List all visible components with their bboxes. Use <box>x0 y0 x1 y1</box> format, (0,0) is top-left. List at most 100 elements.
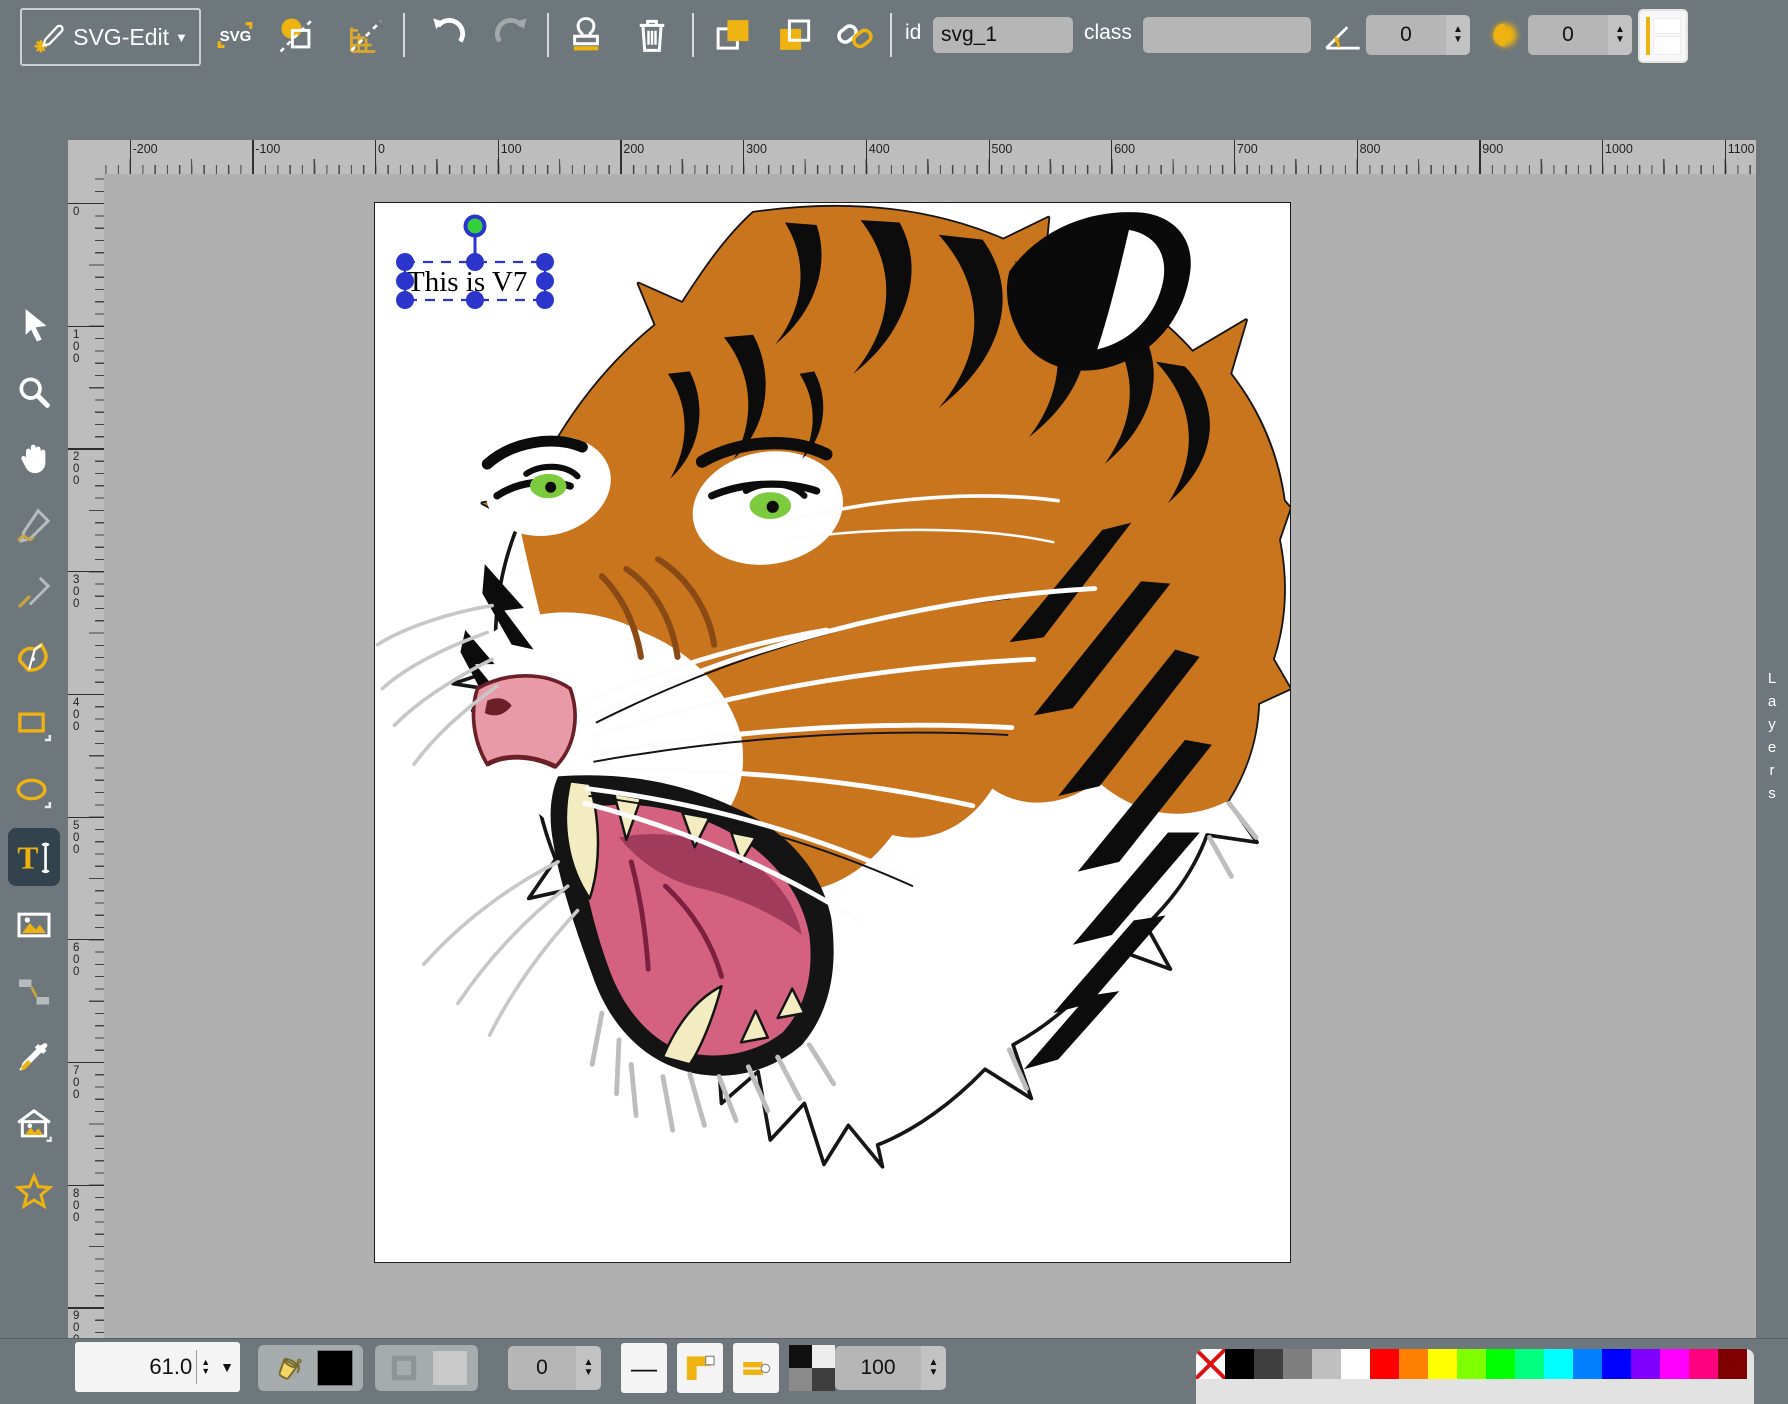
tool-text[interactable]: T <box>8 828 60 886</box>
resize-handle-w[interactable] <box>396 272 414 290</box>
palette-color-7fff00[interactable] <box>1457 1349 1486 1379</box>
grid-settings-button[interactable] <box>343 13 391 57</box>
rotate-handle[interactable] <box>466 217 485 236</box>
resize-handle-e[interactable] <box>536 272 554 290</box>
palette-color-ff00ff[interactable] <box>1660 1349 1689 1379</box>
h-ruler-tick <box>375 140 376 174</box>
palette-color-00ff7f[interactable] <box>1515 1349 1544 1379</box>
document-properties-button[interactable] <box>273 13 321 57</box>
palette-color-007fff[interactable] <box>1573 1349 1602 1379</box>
stroke-width-input[interactable] <box>508 1346 576 1390</box>
link-button[interactable] <box>831 11 879 59</box>
resize-handle-se[interactable] <box>536 291 554 309</box>
tool-rect[interactable] <box>10 701 58 749</box>
resize-handle-ne[interactable] <box>536 253 554 271</box>
delete-button[interactable] <box>628 11 676 59</box>
linejoin-button[interactable] <box>677 1343 723 1393</box>
palette-color-none[interactable] <box>1196 1349 1225 1379</box>
opacity-input[interactable] <box>835 1346 921 1390</box>
tool-image[interactable] <box>10 901 58 949</box>
palette-color-ff0000[interactable] <box>1370 1349 1399 1379</box>
tool-star[interactable] <box>10 1168 58 1216</box>
tool-shape-library[interactable] <box>10 1101 58 1149</box>
tool-select[interactable] <box>10 301 58 349</box>
move-to-bottom-button[interactable] <box>771 11 819 59</box>
vertical-ruler: 01 0 02 0 03 0 04 0 05 0 06 0 07 0 08 0 … <box>68 174 105 1338</box>
blur-icon <box>1483 13 1527 57</box>
h-ruler-tick <box>1357 140 1358 174</box>
undo-button[interactable] <box>424 11 472 59</box>
layers-panel-toggle[interactable]: Layers <box>1756 140 1788 1338</box>
tool-ellipse[interactable] <box>10 768 58 816</box>
fill-color-swatch[interactable] <box>318 1351 352 1385</box>
h-ruler-tick <box>498 140 499 174</box>
zoom-control[interactable]: 61.0 ▲▼ ▼ <box>75 1342 240 1392</box>
h-ruler-tick <box>989 140 990 174</box>
svg-document[interactable]: This is V7 <box>375 203 1290 1262</box>
palette-color-ff7f00[interactable] <box>1399 1349 1428 1379</box>
svg-source-button[interactable]: SVG <box>213 13 257 57</box>
blur-input[interactable] <box>1528 15 1608 55</box>
toolbar-separator <box>890 13 892 57</box>
canvas-viewport[interactable]: This is V7 <box>104 174 1756 1338</box>
v-ruler-label: 6 0 0 <box>73 942 79 978</box>
blur-spin-buttons[interactable]: ▲▼ <box>1608 15 1632 55</box>
fill-color-control[interactable] <box>258 1345 363 1391</box>
palette-color-00ff00[interactable] <box>1486 1349 1515 1379</box>
tool-line[interactable] <box>10 568 58 616</box>
panel-swatch-button[interactable] <box>1640 11 1686 61</box>
chevron-down-icon: ▼ <box>175 30 188 45</box>
svg-text:SVG: SVG <box>220 28 252 45</box>
palette-color-ff007f[interactable] <box>1689 1349 1718 1379</box>
id-input[interactable] <box>933 17 1073 53</box>
class-input[interactable] <box>1143 17 1311 53</box>
tiger-artwork[interactable] <box>375 203 1290 1262</box>
resize-handle-nw[interactable] <box>396 253 414 271</box>
v-ruler-tick <box>68 1062 104 1063</box>
angle-icon <box>1320 13 1366 57</box>
tool-path[interactable] <box>10 635 58 683</box>
palette-color-7f0000[interactable] <box>1718 1349 1747 1379</box>
h-ruler-tick <box>1479 140 1480 174</box>
stroke-width-spin-buttons[interactable]: ▲▼ <box>576 1346 601 1390</box>
move-to-top-button[interactable] <box>709 11 757 59</box>
stroke-color-control[interactable] <box>375 1345 478 1391</box>
color-palette <box>1196 1349 1754 1404</box>
h-ruler-label: 300 <box>746 142 767 156</box>
palette-color-ffff00[interactable] <box>1428 1349 1457 1379</box>
resize-handle-s[interactable] <box>466 291 484 309</box>
tool-pencil[interactable] <box>10 501 58 549</box>
zoom-dropdown-icon[interactable]: ▼ <box>220 1359 234 1375</box>
stroke-color-swatch[interactable] <box>433 1351 467 1385</box>
palette-color-bfbfbf[interactable] <box>1312 1349 1341 1379</box>
linecap-button[interactable] <box>733 1343 779 1393</box>
opacity-spinner[interactable]: ▲▼ <box>835 1346 946 1390</box>
palette-color-ffffff[interactable] <box>1341 1349 1370 1379</box>
stroke-width-spinner[interactable]: ▲▼ <box>508 1346 601 1390</box>
tool-connector[interactable] <box>10 968 58 1016</box>
palette-color-00ffff[interactable] <box>1544 1349 1573 1379</box>
clone-stamp-button[interactable] <box>562 11 610 59</box>
angle-input[interactable] <box>1366 15 1446 55</box>
angle-spin-buttons[interactable]: ▲▼ <box>1446 15 1470 55</box>
opacity-spin-buttons[interactable]: ▲▼ <box>921 1346 946 1390</box>
main-menu-button[interactable]: SVG-Edit ▼ <box>20 8 201 66</box>
palette-color-000000[interactable] <box>1225 1349 1254 1379</box>
palette-color-7f7f7f[interactable] <box>1283 1349 1312 1379</box>
resize-handle-sw[interactable] <box>396 291 414 309</box>
line-style-button[interactable]: — <box>621 1343 667 1393</box>
redo-button[interactable] <box>488 11 536 59</box>
tool-pan[interactable] <box>10 435 58 483</box>
h-ruler-minor-ticks <box>104 165 1756 174</box>
palette-color-7f00ff[interactable] <box>1631 1349 1660 1379</box>
blur-spinner[interactable]: ▲▼ <box>1528 15 1632 55</box>
v-ruler-label: 1 0 0 <box>73 329 79 365</box>
palette-color-0000ff[interactable] <box>1602 1349 1631 1379</box>
tool-zoom[interactable] <box>10 368 58 416</box>
tool-eyedropper[interactable] <box>10 1035 58 1083</box>
resize-handle-n[interactable] <box>466 253 484 271</box>
palette-color-3f3f3f[interactable] <box>1254 1349 1283 1379</box>
main-toolbar: SVG-Edit ▼ SVG <box>0 0 1788 70</box>
zoom-spin-buttons[interactable]: ▲▼ <box>201 1358 210 1376</box>
angle-spinner[interactable]: ▲▼ <box>1366 15 1470 55</box>
